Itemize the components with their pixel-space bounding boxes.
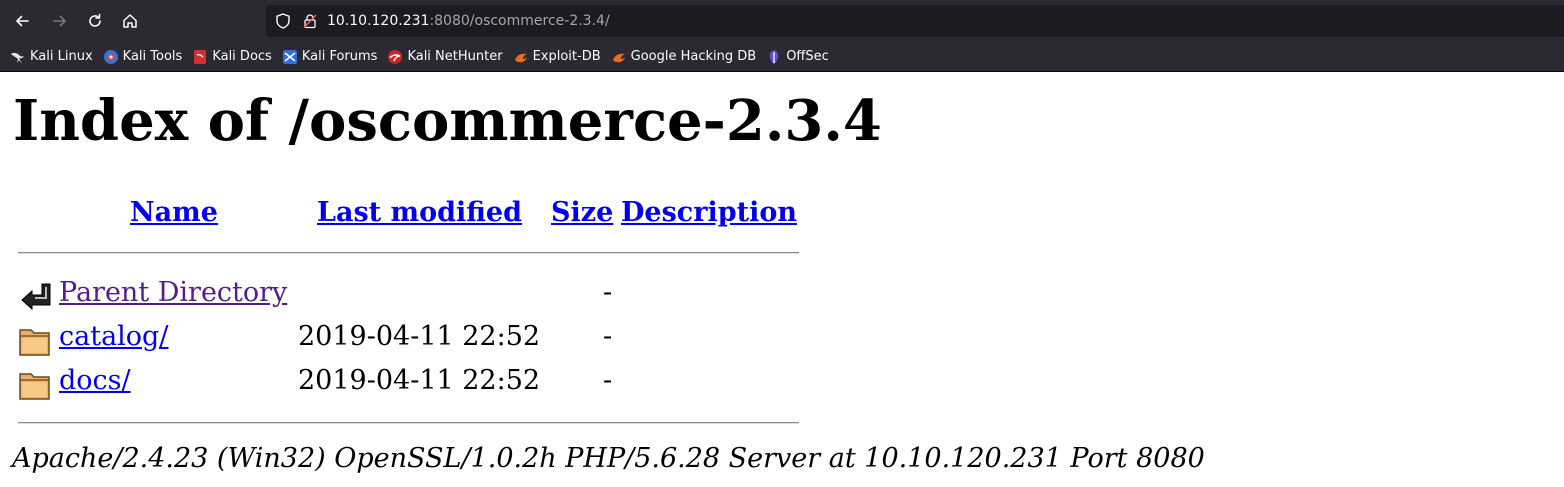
back-button[interactable] bbox=[6, 5, 38, 37]
row-size: - bbox=[603, 277, 613, 308]
back-arrow-icon bbox=[16, 15, 29, 27]
bookmark-label: Kali Docs bbox=[212, 49, 272, 64]
column-header-name[interactable]: Name bbox=[130, 197, 218, 228]
bookmark-label: Kali Linux bbox=[30, 49, 93, 64]
server-signature: Apache/2.4.23 (Win32) OpenSSL/1.0.2h PHP… bbox=[12, 443, 1205, 474]
bookmark-kali-nethunter[interactable]: Kali NetHunter bbox=[387, 49, 503, 65]
bookmark-label: Kali Forums bbox=[301, 49, 378, 64]
column-header-description[interactable]: Description bbox=[621, 197, 797, 228]
row-modified: 2019-04-11 22:52 bbox=[298, 365, 541, 396]
bookmark-kali-docs[interactable]: Kali Docs bbox=[192, 49, 272, 65]
reload-icon bbox=[89, 13, 101, 27]
column-header-last-modified[interactable]: Last modified bbox=[317, 197, 522, 228]
bookmark-label: Exploit-DB bbox=[532, 49, 601, 64]
bookmark-exploit-db[interactable]: Exploit-DB bbox=[513, 49, 601, 65]
row-name-link[interactable]: Parent Directory bbox=[59, 277, 287, 308]
home-button[interactable] bbox=[114, 5, 146, 37]
tracking-protection-shield-icon[interactable] bbox=[274, 12, 292, 30]
kali-docs-icon bbox=[194, 49, 207, 64]
back-arrow-icon[interactable] bbox=[18, 278, 52, 310]
browser-toolbar: 10.10.120.231:8080/oscommerce-2.3.4/ bbox=[0, 0, 1564, 42]
row-name-link[interactable]: docs/ bbox=[59, 365, 131, 396]
forward-button[interactable] bbox=[44, 5, 76, 37]
url-path: :8080/oscommerce-2.3.4/ bbox=[429, 13, 610, 29]
kali-nethunter-icon bbox=[388, 49, 403, 64]
bookmark-label: OffSec bbox=[786, 49, 829, 64]
row-name-link[interactable]: catalog/ bbox=[59, 321, 168, 352]
home-icon bbox=[123, 14, 137, 28]
bookmark-kali-forums[interactable]: Kali Forums bbox=[282, 49, 378, 65]
insecure-lock-icon[interactable] bbox=[302, 13, 318, 29]
kali-dragon-icon bbox=[11, 52, 24, 64]
bookmark-kali-linux[interactable]: Kali Linux bbox=[10, 49, 93, 65]
page-title: Index of /oscommerce-2.3.4 bbox=[13, 88, 882, 154]
ghdb-icon bbox=[612, 53, 625, 62]
bookmark-offsec[interactable]: OffSec bbox=[766, 49, 829, 65]
column-header-size[interactable]: Size bbox=[551, 197, 613, 228]
forward-arrow-icon bbox=[53, 15, 66, 27]
bookmarks-toolbar: Kali Linux Kali Tools Kali Docs Kali For… bbox=[0, 42, 1564, 72]
row-size: - bbox=[603, 321, 613, 352]
offsec-icon bbox=[769, 49, 779, 64]
page-content: Index of /oscommerce-2.3.4 Name Last mod… bbox=[0, 73, 1564, 487]
bookmark-google-hacking-db[interactable]: Google Hacking DB bbox=[611, 49, 757, 65]
row-modified: 2019-04-11 22:52 bbox=[298, 321, 541, 352]
header-divider bbox=[18, 252, 799, 254]
footer-divider bbox=[18, 422, 799, 424]
bookmark-label: Kali NetHunter bbox=[407, 49, 503, 64]
bookmark-label: Kali Tools bbox=[122, 49, 183, 64]
url-bar[interactable]: 10.10.120.231:8080/oscommerce-2.3.4/ bbox=[266, 5, 1564, 37]
exploit-db-icon bbox=[514, 53, 527, 62]
bookmark-label: Google Hacking DB bbox=[630, 49, 757, 64]
kali-forums-icon bbox=[282, 49, 297, 64]
reload-button[interactable] bbox=[79, 5, 111, 37]
url-host: 10.10.120.231 bbox=[327, 13, 430, 29]
kali-tools-icon bbox=[103, 49, 118, 64]
folder-icon[interactable] bbox=[18, 325, 52, 357]
bookmark-kali-tools[interactable]: Kali Tools bbox=[103, 49, 183, 65]
folder-icon[interactable] bbox=[18, 369, 52, 401]
row-size: - bbox=[603, 365, 613, 396]
